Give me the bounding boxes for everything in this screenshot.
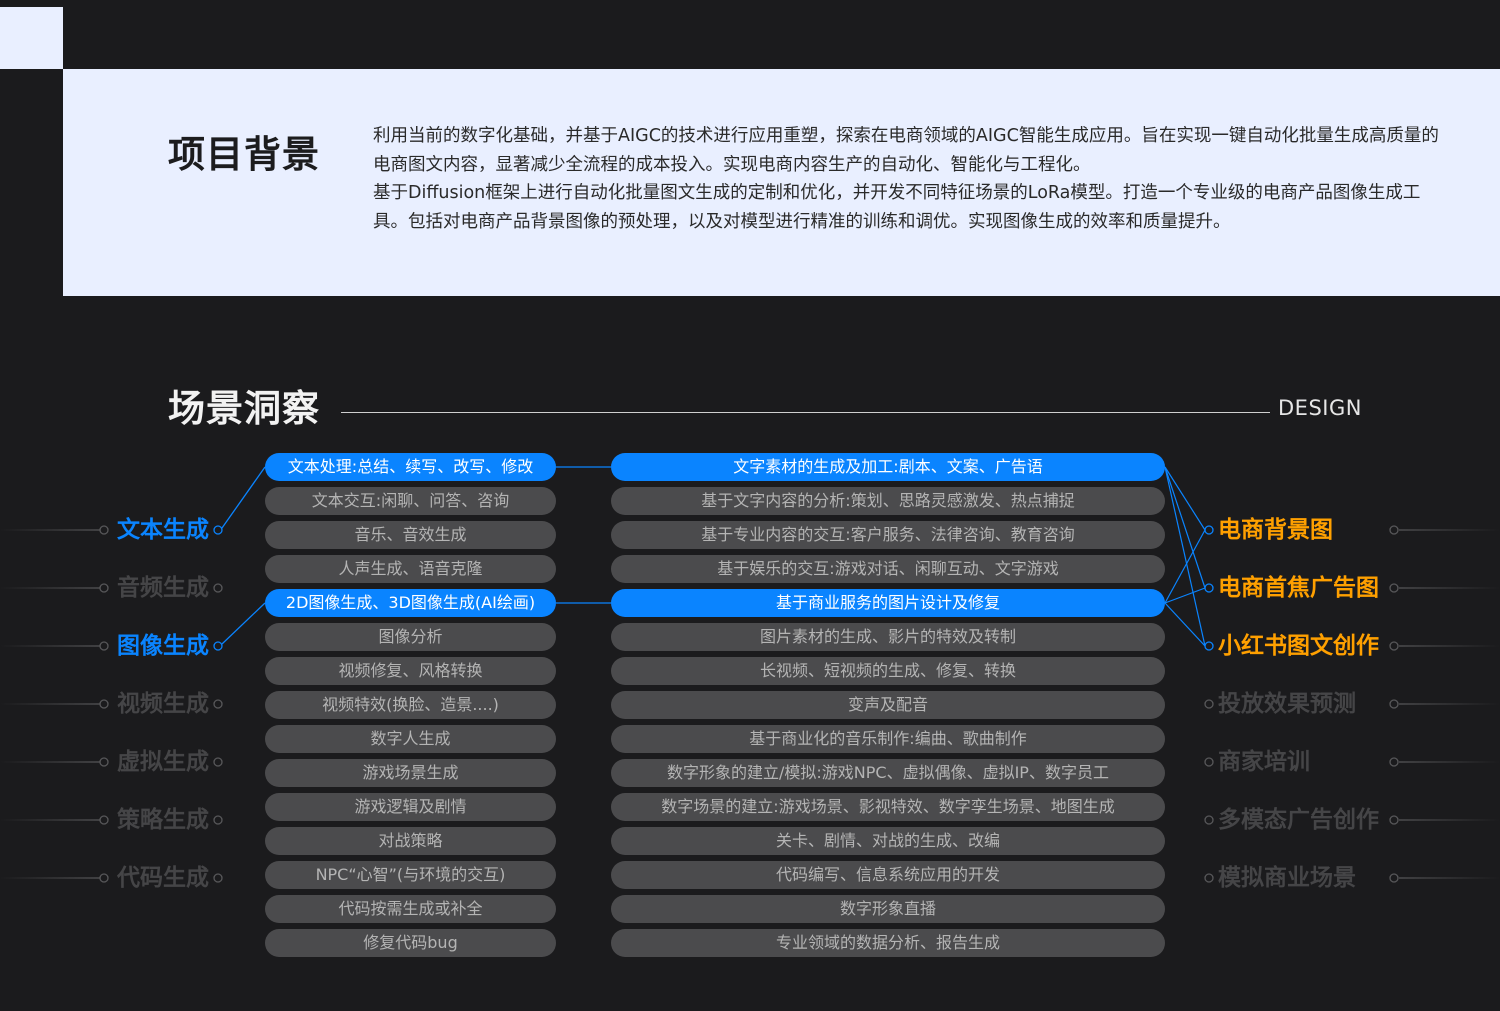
middle-item-pill-13: 数字形象直播 [611,895,1165,923]
middle-item-pill-8: 基于商业化的音乐制作:编曲、歌曲制作 [611,725,1165,753]
middle-item-pill-5: 图片素材的生成、影片的特效及转制 [611,623,1165,651]
left-fade-line-3 [0,703,100,705]
left-outer-node-0 [99,525,109,535]
right-fade-line-5 [1399,819,1500,821]
left-outer-node-5 [99,815,109,825]
right-category-3: 投放效果预测 [1218,691,1356,717]
middle-item-pill-0: 文字素材的生成及加工:剧本、文案、广告语 [611,453,1165,481]
middle-item-pill-1: 基于文字内容的分析:策划、思路灵感激发、热点捕捉 [611,487,1165,515]
middle-item-pill-3: 基于娱乐的交互:游戏对话、闲聊互动、文字游戏 [611,555,1165,583]
left-category-6: 代码生成 [117,865,209,891]
left-category-2: 图像生成 [117,633,209,659]
right-fade-line-6 [1399,877,1500,879]
left-outer-node-1 [99,583,109,593]
left-inner-node-3 [213,699,223,709]
left-outer-node-3 [99,699,109,709]
left-item-pill-11: 对战策略 [265,827,556,855]
left-item-pill-14: 修复代码bug [265,929,556,957]
left-inner-node-5 [213,815,223,825]
left-item-pill-6: 视频修复、风格转换 [265,657,556,685]
right-outer-node-3 [1389,699,1399,709]
link-left-1 [221,602,266,645]
left-item-pill-7: 视频特效(换脸、造景....) [265,691,556,719]
middle-item-pill-11: 关卡、剧情、对战的生成、改编 [611,827,1165,855]
right-outer-node-5 [1389,815,1399,825]
right-fade-line-3 [1399,703,1500,705]
link-left-0 [221,466,266,529]
left-item-pill-5: 图像分析 [265,623,556,651]
middle-item-pill-12: 代码编写、信息系统应用的开发 [611,861,1165,889]
right-outer-node-1 [1389,583,1399,593]
left-outer-node-4 [99,757,109,767]
right-fade-line-0 [1399,529,1500,531]
middle-item-pill-6: 长视频、短视频的生成、修复、转换 [611,657,1165,685]
left-item-pill-13: 代码按需生成或补全 [265,895,556,923]
right-inner-node-6 [1204,873,1214,883]
left-category-5: 策略生成 [117,807,209,833]
right-category-6: 模拟商业场景 [1218,865,1356,891]
left-inner-node-1 [213,583,223,593]
left-category-0: 文本生成 [117,517,209,543]
right-inner-node-4 [1204,757,1214,767]
left-inner-node-4 [213,757,223,767]
left-item-pill-9: 游戏场景生成 [265,759,556,787]
right-inner-node-0 [1204,525,1214,535]
right-inner-node-1 [1204,583,1214,593]
right-inner-node-5 [1204,815,1214,825]
left-item-pill-3: 人声生成、语音克隆 [265,555,556,583]
left-inner-node-2 [213,641,223,651]
link-right-1-2 [1164,602,1206,647]
middle-item-pill-14: 专业领域的数据分析、报告生成 [611,929,1165,957]
link-right-0-2 [1164,466,1206,647]
left-category-4: 虚拟生成 [117,749,209,775]
right-category-1: 电商首焦广告图 [1218,575,1379,601]
left-fade-line-0 [0,529,100,531]
left-fade-line-4 [0,761,100,763]
left-item-pill-1: 文本交互:闲聊、问答、咨询 [265,487,556,515]
left-item-pill-0: 文本处理:总结、续写、改写、修改 [265,453,556,481]
left-item-pill-8: 数字人生成 [265,725,556,753]
left-item-pill-12: NPC“心智”(与环境的交互) [265,861,556,889]
right-outer-node-6 [1389,873,1399,883]
left-inner-node-0 [213,525,223,535]
right-fade-line-1 [1399,587,1500,589]
middle-item-pill-7: 变声及配音 [611,691,1165,719]
right-category-0: 电商背景图 [1218,517,1333,543]
left-category-1: 音频生成 [117,575,209,601]
right-inner-node-2 [1204,641,1214,651]
left-item-pill-4: 2D图像生成、3D图像生成(AI绘画) [265,589,556,617]
left-fade-line-2 [0,645,100,647]
right-category-4: 商家培训 [1218,749,1310,775]
middle-item-pill-2: 基于专业内容的交互:客户服务、法律咨询、教育咨询 [611,521,1165,549]
link-right-0-1 [1164,466,1206,589]
left-outer-node-2 [99,641,109,651]
left-inner-node-6 [213,873,223,883]
left-category-3: 视频生成 [117,691,209,717]
right-category-5: 多模态广告创作 [1218,807,1379,833]
left-item-pill-2: 音乐、音效生成 [265,521,556,549]
middle-item-pill-9: 数字形象的建立/模拟:游戏NPC、虚拟偶像、虚拟IP、数字员工 [611,759,1165,787]
left-item-pill-10: 游戏逻辑及剧情 [265,793,556,821]
right-fade-line-4 [1399,761,1500,763]
right-category-2: 小红书图文创作 [1218,633,1379,659]
left-fade-line-6 [0,877,100,879]
right-outer-node-4 [1389,757,1399,767]
left-fade-line-5 [0,819,100,821]
link-right-0-0 [1164,466,1206,531]
link-right-1-1 [1164,587,1206,604]
link-right-1-0 [1164,529,1206,604]
right-fade-line-2 [1399,645,1500,647]
right-inner-node-3 [1204,699,1214,709]
left-outer-node-6 [99,873,109,883]
left-fade-line-1 [0,587,100,589]
right-outer-node-2 [1389,641,1399,651]
middle-item-pill-4: 基于商业服务的图片设计及修复 [611,589,1165,617]
right-outer-node-0 [1389,525,1399,535]
middle-item-pill-10: 数字场景的建立:游戏场景、影视特效、数字孪生场景、地图生成 [611,793,1165,821]
